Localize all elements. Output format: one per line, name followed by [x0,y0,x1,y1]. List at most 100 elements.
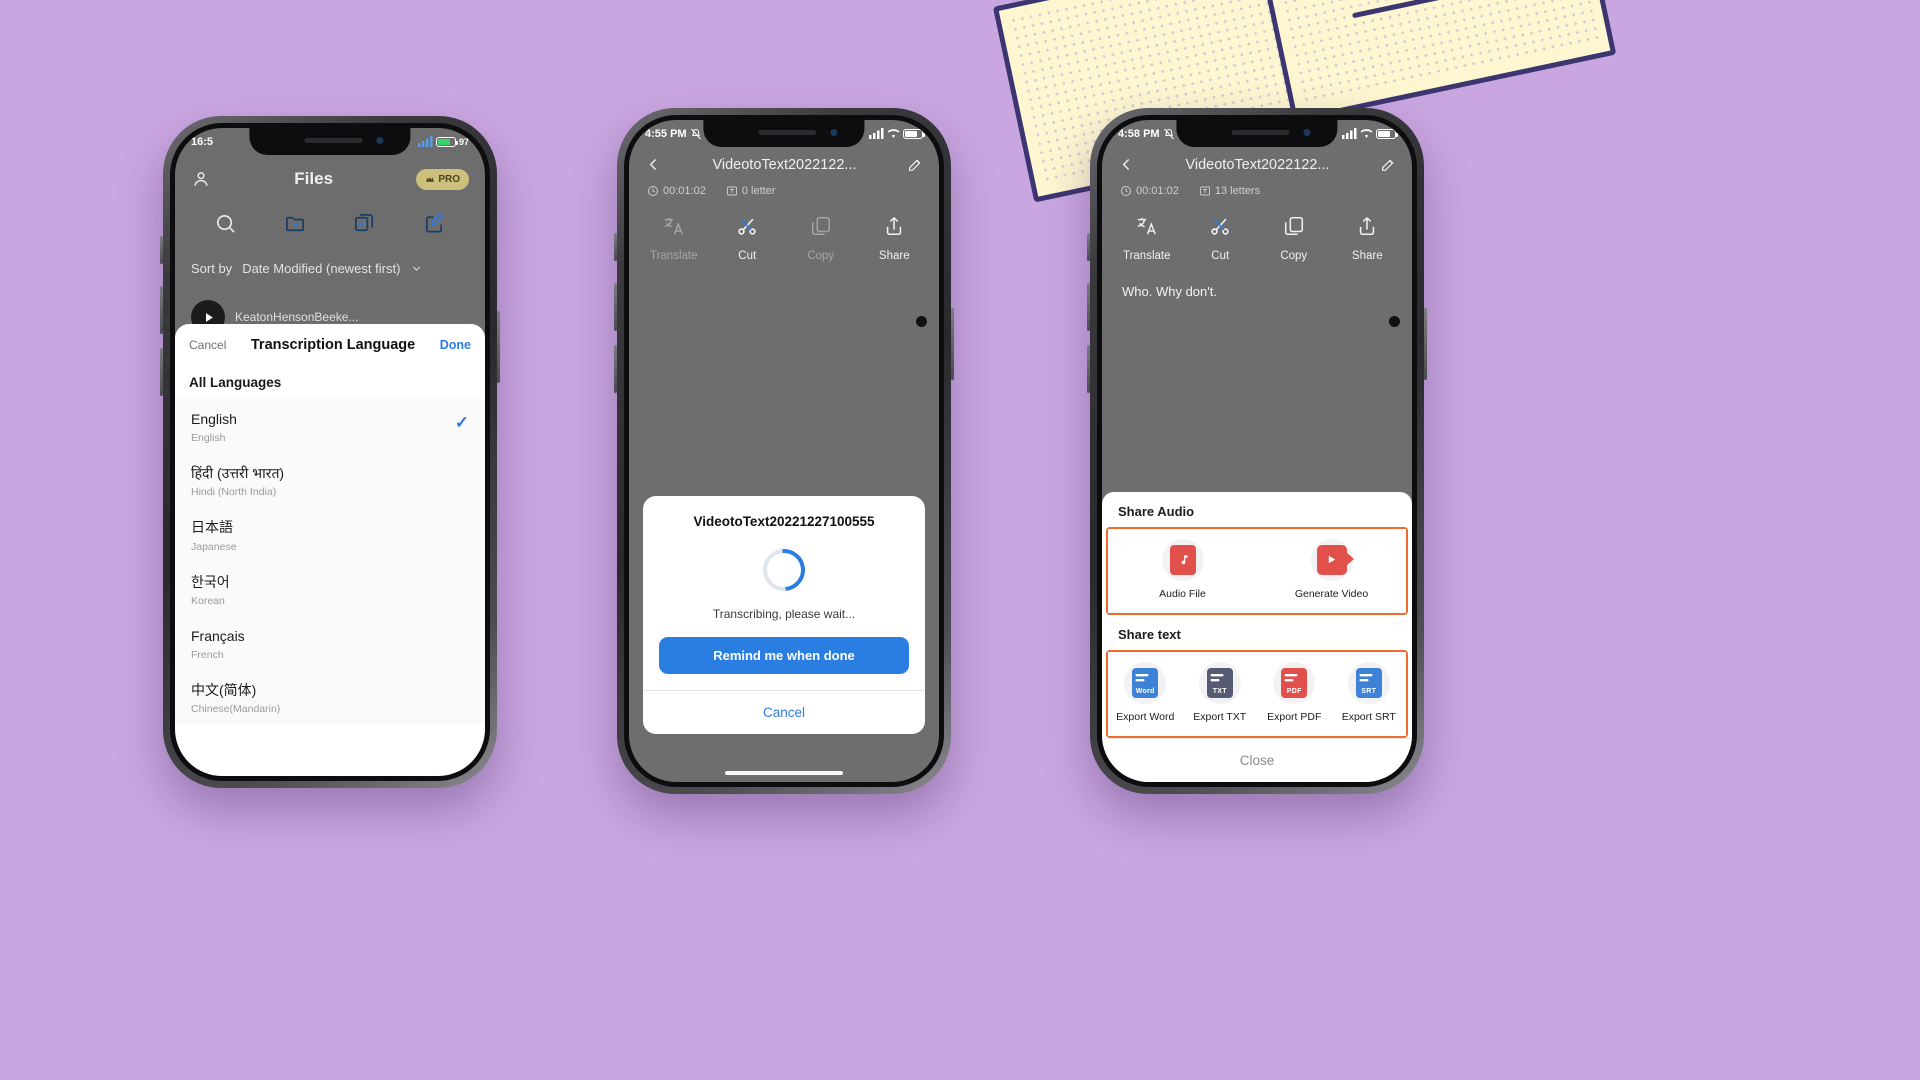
crown-icon [426,176,435,182]
language-list-item[interactable]: Français French [175,616,485,670]
icon-container: Word [1124,661,1167,704]
copy-icon [1283,215,1305,242]
volume-up-button[interactable] [614,283,617,331]
toolbar-translate-button[interactable]: Translate [1115,215,1179,262]
share-audio-highlight: Audio File Generate Video [1106,526,1408,615]
translate-icon [663,215,685,242]
home-indicator [271,765,389,769]
notch [249,128,411,155]
chevron-left-icon[interactable] [1118,156,1135,173]
language-native-name: Français [191,627,245,644]
files-header: Files PRO [191,162,469,196]
sort-row[interactable]: Sort by Date Modified (newest first) [191,261,469,276]
transcription-language-sheet: Cancel Transcription Language Done All L… [175,324,485,776]
pencil-icon[interactable] [1380,157,1396,173]
phone-3-screen: 4:58 PM VideotoText2022122... 00:01:02 1… [1102,120,1412,782]
duration-meta: 00:01:02 [1120,185,1179,197]
share-sheet: Share Audio Audio File Generate Video Sha… [1102,491,1412,782]
chevron-left-icon[interactable] [645,156,662,173]
letters-meta: 13 letters [1199,185,1260,197]
share-option-export-pdf[interactable]: PDF Export PDF [1257,661,1332,724]
notch [1176,120,1338,147]
language-list-item[interactable]: 日本語 Japanese [175,507,485,561]
sort-value: Date Modified (newest first) [242,261,401,276]
language-list-item[interactable]: 中文(简体) Chinese(Mandarin) [175,670,485,724]
phone-1-frame: 16:5 97 Files PRO Sort by Date Modified … [160,116,500,788]
select-multiple-icon[interactable] [353,212,376,235]
battery-icon [435,136,458,147]
search-icon[interactable] [214,212,237,235]
close-button[interactable]: Close [1102,738,1412,782]
signal-icon [1342,128,1357,139]
sheet-title: Transcription Language [250,337,416,353]
edit-note-icon[interactable] [423,212,446,235]
share-text-label: Share text [1118,626,1181,642]
translate-icon [1136,215,1158,242]
language-english-name: Chinese(Mandarin) [191,703,281,716]
toolbar-share-button[interactable]: Share [1335,215,1399,262]
dialog-cancel-button[interactable]: Cancel [643,690,925,734]
done-button[interactable]: Done [440,338,471,352]
mute-switch[interactable] [160,236,163,264]
cancel-button[interactable]: Cancel [189,338,226,352]
clock-icon [1121,186,1131,196]
toolbar-cut-button[interactable]: Cut [715,215,779,262]
volume-down-button[interactable] [1087,345,1090,393]
txt-file-icon: TXT [1206,667,1233,698]
phone-2-screen: 4:55 PM VideotoText2022122... 00:01:02 0… [629,120,939,782]
front-camera [830,129,838,136]
volume-down-button[interactable] [614,345,617,393]
new-folder-icon[interactable] [284,212,307,235]
language-native-name: 日本語 [191,519,233,536]
language-english-name: Korean [191,594,225,607]
mute-switch[interactable] [1087,233,1090,261]
mute-switch[interactable] [614,233,617,261]
share-option-audio-file[interactable]: Audio File [1108,538,1257,601]
power-button[interactable] [1424,308,1427,380]
wifi-icon [1360,129,1373,138]
language-list[interactable]: English English ✓ हिंदी (उत्तरी भारत) Hindi … [175,399,485,725]
share-option-export-word[interactable]: Word Export Word [1108,661,1183,724]
loading-spinner-icon [754,540,814,600]
remind-me-button[interactable]: Remind me when done [659,637,909,674]
bell-off-icon [690,128,701,139]
toolbar-button-label: Cut [738,250,757,262]
share-option-label: Export SRT [1341,710,1396,723]
paper-sheet-right [1251,0,1617,123]
volume-down-button[interactable] [160,348,163,396]
status-time: 4:58 PM [1118,127,1160,140]
power-button[interactable] [951,308,954,380]
pro-badge[interactable]: PRO [416,168,469,190]
icon-container: PDF [1273,661,1316,704]
toolbar-cut-button[interactable]: Cut [1188,215,1252,262]
share-option-generate-video[interactable]: Generate Video [1257,538,1406,601]
pencil-icon[interactable] [907,157,923,173]
page-title: Files [294,169,334,188]
language-list-item[interactable]: हिंदी (उत्तरी भारत) Hindi (North India) [175,453,485,507]
transcript-text[interactable]: Who. Why don't. [1102,262,1412,299]
language-list-item[interactable]: English English ✓ [175,399,485,453]
record-meta: 00:01:02 13 letters [1102,173,1412,197]
chevron-down-icon[interactable] [410,262,423,275]
share-audio-row: Audio File Generate Video [1108,528,1406,613]
icon-container [1161,538,1204,581]
language-english-name: English [191,432,226,445]
language-list-item[interactable]: 한국어 Korean [175,562,485,616]
volume-up-button[interactable] [1087,283,1090,331]
battery-icon [1376,128,1398,139]
file-name: KeatonHensonBeeke... [235,310,359,324]
share-audio-label: Share Audio [1118,503,1195,519]
person-icon[interactable] [191,169,211,189]
icon-container [1310,538,1354,581]
toolbar-copy-button[interactable]: Copy [1262,215,1326,262]
volume-up-button[interactable] [160,286,163,334]
toolbar-share-button[interactable]: Share [862,215,926,262]
duration-value: 00:01:02 [663,185,706,197]
language-english-name: Japanese [191,540,237,553]
power-button[interactable] [497,311,500,383]
phone-3-frame: 4:58 PM VideotoText2022122... 00:01:02 1… [1087,108,1427,794]
share-option-label: Export PDF [1267,710,1322,723]
share-option-export-txt[interactable]: TXT Export TXT [1183,661,1258,724]
language-english-name: French [191,648,224,661]
share-option-export-srt[interactable]: SRT Export SRT [1332,661,1407,724]
